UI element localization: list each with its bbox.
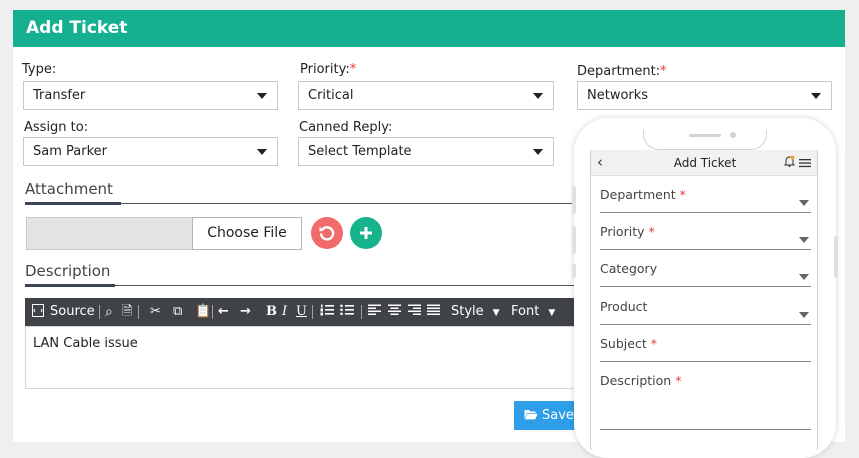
priority-label: Priority:* [300, 62, 357, 77]
copy-icon[interactable]: ⧉ [173, 298, 182, 326]
field-label: Category [600, 261, 658, 276]
editor-toolbar: Source ⌕ 🗎 ✂ ⧉ 📋 ← → B I U Style ▼ Font … [25, 298, 577, 326]
bullet-list-icon[interactable] [340, 298, 354, 326]
required-marker: * [675, 373, 682, 388]
toolbar-divider [312, 305, 313, 319]
phone-speaker [689, 134, 721, 137]
undo-icon [319, 226, 335, 241]
file-path-display [26, 217, 192, 250]
cut-icon[interactable]: ✂ [150, 298, 161, 326]
priority-select[interactable]: Critical [298, 81, 554, 110]
type-label: Type: [22, 62, 57, 77]
canned-reply-value: Select Template [308, 144, 412, 159]
source-button[interactable]: Source [50, 298, 95, 326]
chevron-down-icon [799, 312, 809, 318]
required-marker: * [349, 62, 357, 77]
assign-to-select[interactable]: Sam Parker [23, 137, 278, 166]
field-label: Description [600, 373, 672, 388]
page-title: Add Ticket [13, 10, 845, 47]
phone-side-button [572, 264, 576, 278]
toolbar-divider [99, 305, 100, 319]
justify-icon[interactable] [427, 298, 440, 326]
department-value: Networks [587, 88, 649, 103]
required-marker: * [679, 187, 686, 202]
canned-reply-label: Canned Reply: [299, 120, 393, 135]
redo-icon[interactable]: → [240, 298, 251, 326]
phone-side-button [572, 186, 576, 214]
assign-to-value: Sam Parker [33, 144, 107, 159]
chevron-down-icon [811, 93, 821, 99]
chevron-down-icon [257, 149, 267, 155]
undo-icon[interactable]: ← [218, 298, 229, 326]
bold-icon[interactable]: B [266, 298, 277, 326]
mobile-category-field[interactable]: Category [600, 261, 811, 287]
align-center-icon[interactable] [388, 298, 401, 326]
description-title: Description [25, 262, 111, 280]
assign-to-label: Assign to: [24, 120, 89, 135]
field-label: Subject [600, 336, 647, 351]
department-select[interactable]: Networks [577, 81, 832, 110]
chevron-down-icon [257, 93, 267, 99]
caret-down-icon: ▼ [548, 308, 556, 318]
phone-notch [643, 130, 767, 150]
field-label: Priority [600, 224, 645, 239]
bell-icon[interactable] [783, 155, 796, 170]
italic-icon[interactable]: I [282, 298, 287, 326]
toolbar-divider [138, 305, 139, 319]
font-label: Font [511, 304, 540, 319]
choose-file-button[interactable]: Choose File [192, 217, 302, 250]
attachment-title: Attachment [25, 180, 113, 198]
add-attachment-button[interactable] [350, 217, 382, 249]
type-value: Transfer [33, 88, 86, 103]
caret-down-icon: ▼ [492, 308, 500, 318]
department-label: Department:* [577, 64, 667, 79]
align-left-icon[interactable] [368, 298, 381, 326]
mobile-preview: ‹ Add Ticket Department * Priority * Cat… [572, 118, 838, 458]
toolbar-divider [212, 305, 213, 319]
find-icon[interactable]: ⌕ [105, 298, 113, 326]
reset-attachment-button[interactable] [311, 217, 343, 249]
paste-icon[interactable]: 📋 [195, 298, 211, 326]
field-label: Department [600, 187, 676, 202]
document-icon[interactable]: 🗎 [122, 298, 132, 326]
toolbar-divider [361, 305, 362, 319]
required-marker: * [650, 336, 657, 351]
phone-side-button [834, 236, 838, 278]
description-title-underline [25, 284, 115, 287]
attachment-title-underline [25, 202, 121, 205]
align-right-icon[interactable] [408, 298, 421, 326]
phone-camera [730, 132, 736, 138]
menu-icon[interactable] [799, 157, 811, 171]
chevron-down-icon [799, 237, 809, 243]
chevron-down-icon [799, 200, 809, 206]
folder-open-icon [524, 410, 538, 420]
mobile-department-field[interactable]: Department * [600, 187, 811, 213]
canned-reply-select[interactable]: Select Template [298, 137, 554, 166]
field-label: Product [600, 299, 648, 314]
type-select[interactable]: Transfer [23, 81, 278, 110]
style-dropdown[interactable]: Style ▼ [451, 298, 500, 326]
save-label: Save [542, 408, 574, 423]
plus-icon [360, 227, 372, 239]
mobile-header: ‹ Add Ticket [591, 150, 817, 176]
chevron-down-icon [799, 274, 809, 280]
underline-icon[interactable]: U [296, 298, 307, 326]
style-label: Style [451, 304, 484, 319]
font-dropdown[interactable]: Font ▼ [511, 298, 555, 326]
description-editor[interactable]: LAN Cable issue [25, 326, 577, 389]
chevron-down-icon [533, 149, 543, 155]
mobile-description-field[interactable]: Description * [600, 373, 811, 430]
chevron-down-icon [533, 93, 543, 99]
source-icon[interactable] [32, 298, 44, 326]
description-content: LAN Cable issue [33, 336, 138, 351]
required-marker: * [660, 64, 667, 79]
mobile-subject-field[interactable]: Subject * [600, 336, 811, 362]
priority-value: Critical [308, 88, 354, 103]
phone-side-button [572, 226, 576, 254]
required-marker: * [648, 224, 655, 239]
mobile-priority-field[interactable]: Priority * [600, 224, 811, 250]
mobile-screen: ‹ Add Ticket Department * Priority * Cat… [590, 150, 818, 450]
numbered-list-icon[interactable] [320, 298, 334, 326]
mobile-product-field[interactable]: Product [600, 299, 811, 325]
